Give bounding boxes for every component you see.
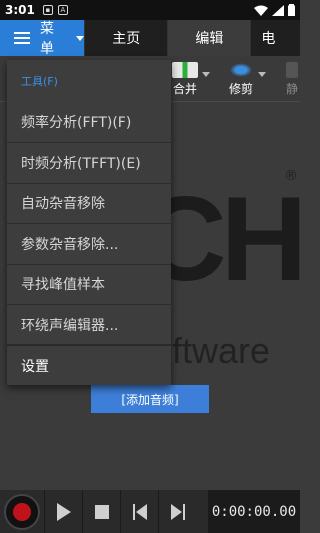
menu-item-tfft[interactable]: 时频分析(TFFT)(E): [7, 142, 171, 182]
record-icon: [4, 493, 40, 530]
menu-item-fft[interactable]: 频率分析(FFT)(F): [7, 102, 171, 142]
hamburger-icon: [14, 29, 30, 47]
registered-mark: ®: [284, 168, 298, 184]
tab-edit[interactable]: 编辑: [167, 20, 251, 56]
menu-button[interactable]: 菜单: [0, 20, 85, 57]
add-audio-button[interactable]: [添加音频]: [91, 385, 209, 413]
wifi-icon: [254, 5, 268, 16]
tab-label: 电: [261, 31, 276, 47]
battery-icon: [288, 4, 295, 16]
stop-button[interactable]: [82, 490, 120, 533]
status-time: 3:01: [5, 3, 35, 17]
tab-home[interactable]: 主页: [84, 20, 167, 56]
menu-section-title: 工具(F): [21, 75, 58, 88]
menu-item-surround-editor[interactable]: 环绕声编辑器...: [7, 303, 171, 344]
chevron-down-icon: [76, 35, 85, 41]
chevron-down-icon: [202, 72, 210, 77]
time-display: 0:00:00.00: [208, 490, 300, 533]
skip-forward-icon: [170, 503, 185, 520]
menu-item-param-noise-removal[interactable]: 参数杂音移除...: [7, 223, 171, 263]
merge-icon: [172, 62, 198, 78]
trim-icon: [228, 62, 254, 78]
trim-tool-button[interactable]: 修剪: [228, 62, 266, 97]
menu-item-settings[interactable]: 设置: [7, 344, 171, 384]
play-button[interactable]: [44, 490, 82, 533]
silence-icon: [286, 62, 298, 78]
sim-icon: ▪: [42, 5, 53, 15]
record-button[interactable]: [0, 490, 44, 533]
tools-dropdown-menu: 工具(F) 频率分析(FFT)(F) 时频分析(TFFT)(E) 自动杂音移除 …: [7, 60, 171, 385]
top-tab-bar: 菜单 主页 编辑 电: [0, 20, 300, 57]
chevron-down-icon: [258, 72, 266, 77]
notification-icon: A: [57, 5, 68, 15]
status-bar: 3:01 ▪ A: [0, 0, 300, 20]
menu-button-label: 菜单: [40, 21, 54, 57]
brand-text: ftware: [172, 330, 271, 371]
merge-tool-button[interactable]: 合并: [172, 62, 210, 97]
previous-button[interactable]: [120, 490, 158, 533]
tab-label: 主页: [112, 31, 141, 47]
silence-tool-button[interactable]: 静: [286, 62, 298, 97]
silence-tool-label: 静: [286, 82, 299, 96]
stop-icon: [94, 504, 109, 519]
tab-label: 编辑: [195, 31, 224, 47]
transport-bar: 0:00:00.00: [0, 490, 300, 533]
skip-back-icon: [132, 503, 147, 520]
signal-icon: [272, 4, 284, 16]
status-right-group: [254, 4, 295, 16]
menu-item-find-peak[interactable]: 寻找峰值样本: [7, 263, 171, 304]
trim-tool-label: 修剪: [228, 82, 253, 96]
merge-tool-label: 合并: [172, 82, 197, 96]
tab-partial[interactable]: 电: [250, 20, 300, 56]
menu-item-auto-noise-removal[interactable]: 自动杂音移除: [7, 182, 171, 223]
next-button[interactable]: [158, 490, 196, 533]
play-icon: [56, 502, 71, 521]
